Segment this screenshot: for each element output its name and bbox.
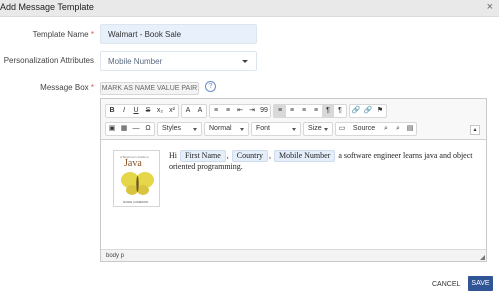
- help-icon[interactable]: ?: [205, 81, 216, 92]
- book-cover-image: A Beginner's Guide to Java DANIE CAMERON: [113, 150, 160, 207]
- underline-button[interactable]: U: [130, 105, 142, 117]
- chevron-down-icon: [324, 127, 328, 131]
- rich-text-editor[interactable]: B I U S x₂ x² A A ≡ ≡ ⇤ ⇥ 99 ≡ ≡ ≡ ≡ ¶ ¶…: [100, 98, 487, 262]
- template-name-input[interactable]: Walmart - Book Sale: [100, 24, 257, 44]
- link-group: 🔗 🔗 ⚑: [349, 103, 387, 118]
- placeholder-tag[interactable]: Mobile Number: [274, 150, 336, 162]
- book-author: DANIE CAMERON: [123, 200, 149, 204]
- insert-group: ▣ ▦ ― Ω: [105, 121, 155, 136]
- message-box-label: Message Box *: [40, 83, 94, 92]
- basic-style-group: B I U S x₂ x²: [105, 103, 179, 118]
- editor-status-path: body p: [101, 249, 486, 261]
- increase-indent-button[interactable]: ⇥: [246, 105, 258, 117]
- color-group: A A: [181, 103, 207, 118]
- superscript-button[interactable]: x²: [166, 105, 178, 117]
- align-right-button[interactable]: ≡: [298, 105, 310, 117]
- subscript-button[interactable]: x₂: [154, 105, 166, 117]
- decrease-indent-button[interactable]: ⇤: [234, 105, 246, 117]
- align-left-button[interactable]: ≡: [274, 104, 286, 117]
- strike-button[interactable]: S: [142, 105, 154, 117]
- close-icon[interactable]: ×: [487, 1, 493, 13]
- styles-select[interactable]: Styles: [157, 121, 202, 136]
- image-icon[interactable]: ▣: [106, 123, 118, 135]
- horizontal-line-icon[interactable]: ―: [130, 123, 142, 135]
- editor-toolbar: B I U S x₂ x² A A ≡ ≡ ⇤ ⇥ 99 ≡ ≡ ≡ ≡ ¶ ¶…: [101, 99, 486, 140]
- bold-button[interactable]: B: [106, 105, 118, 117]
- template-name-label: Template Name *: [32, 30, 94, 39]
- chevron-down-icon: [292, 127, 296, 131]
- ltr-button[interactable]: ¶: [322, 104, 334, 117]
- align-center-button[interactable]: ≡: [286, 105, 298, 117]
- source-group: ▭ Source ⌕ ⌕ ▤: [335, 121, 417, 136]
- save-button[interactable]: SAVE: [468, 276, 493, 291]
- special-char-icon[interactable]: Ω: [142, 123, 154, 135]
- format-select[interactable]: Normal: [204, 121, 249, 136]
- font-select[interactable]: Font: [251, 121, 301, 136]
- list-group: ≡ ≡ ⇤ ⇥ 99: [209, 103, 271, 118]
- replace-icon[interactable]: ⌕: [392, 123, 404, 135]
- resize-handle-icon[interactable]: [480, 255, 485, 260]
- template-icon[interactable]: ▤: [404, 123, 416, 135]
- blockquote-button[interactable]: 99: [258, 105, 270, 117]
- italic-button[interactable]: I: [118, 105, 130, 117]
- butterfly-icon: [121, 172, 154, 195]
- toolbar-row-1: B I U S x₂ x² A A ≡ ≡ ⇤ ⇥ 99 ≡ ≡ ≡ ≡ ¶ ¶…: [105, 103, 387, 118]
- editor-content-area[interactable]: A Beginner's Guide to Java DANIE CAMERON…: [101, 141, 486, 249]
- size-select[interactable]: Size: [303, 121, 333, 136]
- message-body[interactable]: Hi First Name, Country, Mobile Number a …: [169, 150, 481, 172]
- chevron-down-icon: [242, 60, 248, 63]
- toolbar-row-2: ▣ ▦ ― Ω Styles Normal Font Size ▭ Source…: [105, 121, 417, 136]
- find-icon[interactable]: ⌕: [380, 123, 392, 135]
- table-icon[interactable]: ▦: [118, 123, 130, 135]
- greeting-text: Hi: [169, 151, 177, 160]
- align-group: ≡ ≡ ≡ ≡ ¶ ¶: [273, 103, 347, 118]
- chevron-down-icon: [193, 127, 197, 131]
- book-title: Java: [124, 158, 142, 169]
- preview-icon[interactable]: ▭: [336, 123, 348, 135]
- chevron-down-icon: [240, 127, 244, 131]
- background-color-button[interactable]: A: [194, 105, 206, 117]
- link-icon[interactable]: 🔗: [350, 105, 362, 117]
- justify-button[interactable]: ≡: [310, 105, 322, 117]
- dialog-title: Add Message Template: [0, 2, 94, 12]
- text-color-button[interactable]: A: [182, 105, 194, 117]
- cancel-button[interactable]: CANCEL: [432, 281, 460, 288]
- unlink-icon[interactable]: 🔗: [362, 105, 374, 117]
- mark-as-name-value-pair-button[interactable]: MARK AS NAME VALUE PAIR: [100, 82, 199, 95]
- anchor-icon[interactable]: ⚑: [374, 105, 386, 117]
- personalization-attributes-select[interactable]: Mobile Number: [100, 51, 257, 71]
- dialog-titlebar: Add Message Template ×: [0, 0, 499, 17]
- rtl-button[interactable]: ¶: [334, 105, 346, 117]
- collapse-toolbar-button[interactable]: ▴: [470, 125, 480, 135]
- source-button[interactable]: Source: [348, 123, 380, 135]
- placeholder-tag[interactable]: Country: [231, 150, 269, 162]
- bulleted-list-button[interactable]: ≡: [222, 105, 234, 117]
- placeholder-tag[interactable]: First Name: [180, 150, 226, 162]
- numbered-list-button[interactable]: ≡: [210, 105, 222, 117]
- personalization-attributes-label: Personalization Attributes: [3, 56, 94, 65]
